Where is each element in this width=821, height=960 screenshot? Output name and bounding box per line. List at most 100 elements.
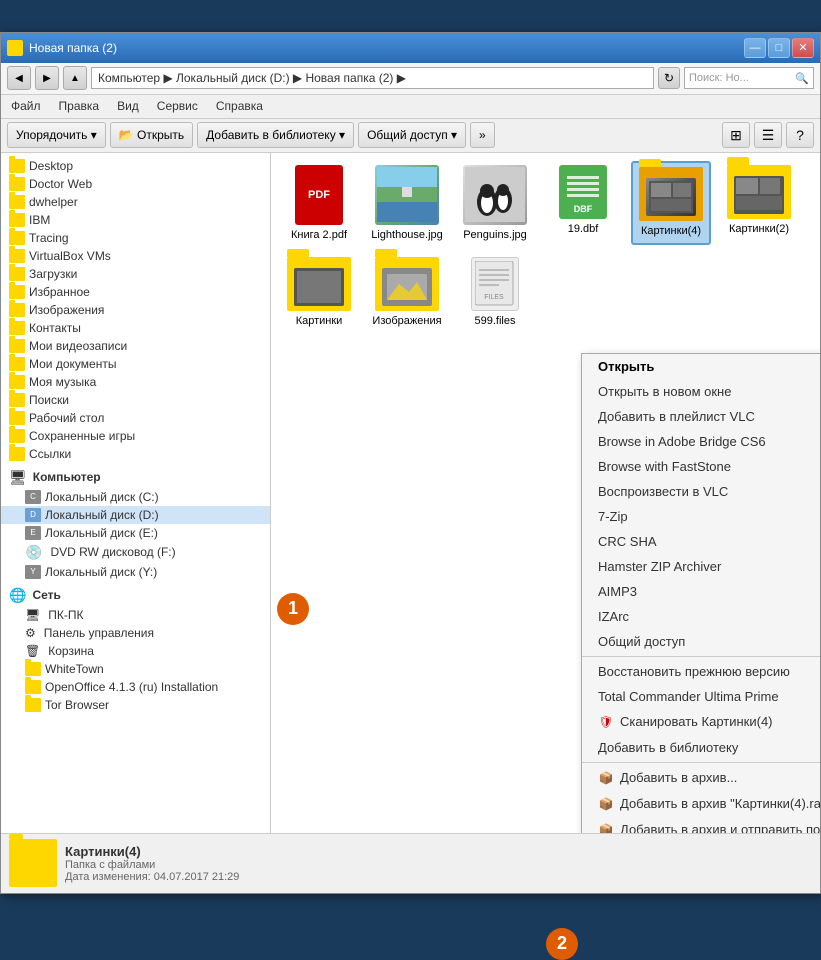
sidebar-item-pcpc[interactable]: 🖥 ПК-ПК [1,606,270,624]
sidebar-label-pcpc: ПК-ПК [48,608,83,622]
sidebar-item-torbrowser[interactable]: Tor Browser [1,696,270,714]
ctx-browse-faststone[interactable]: Browse with FastStone [582,454,820,479]
refresh-button[interactable]: ↻ [658,67,680,89]
sidebar-item-drive-c[interactable]: C Локальный диск (C:) [1,488,270,506]
sidebar-item-links[interactable]: Ссылки [1,445,270,463]
ctx-aimp3[interactable]: AIMP3 ▶ [582,579,820,604]
sidebar-label-doctorweb: Doctor Web [29,177,92,191]
sidebar-item-music[interactable]: Моя музыка [1,373,270,391]
sidebar-item-videos[interactable]: Мои видеозаписи [1,337,270,355]
file-item-pdf[interactable]: Книга 2.pdf [279,161,359,245]
sidebar-item-trash[interactable]: 🗑 Корзина [1,642,270,660]
sidebar-label-desktop2: Рабочий стол [29,411,104,425]
sidebar-item-drive-d[interactable]: D Локальный диск (D:) [1,506,270,524]
organize-button[interactable]: Упорядочить ▾ [7,122,106,148]
file-label-kartinki4: Картинки(4) [641,225,701,237]
sidebar-item-tracing[interactable]: Tracing [1,229,270,247]
sidebar-item-virtualbox[interactable]: VirtualBox VMs [1,247,270,265]
up-button[interactable]: ▲ [63,66,87,90]
sidebar-item-desktop[interactable]: Desktop [1,157,270,175]
search-box[interactable]: Поиск: Но... 🔍 [684,67,814,89]
ctx-open-new-window[interactable]: Открыть в новом окне [582,379,820,404]
ctx-browse-adobe[interactable]: Browse in Adobe Bridge CS6 [582,429,820,454]
sidebar-label-controlpanel: Панель управления [44,626,154,640]
sidebar-item-favorites[interactable]: Избранное [1,283,270,301]
open-button[interactable]: 📂 Открыть [110,122,193,148]
sidebar-label-trash: Корзина [48,644,94,658]
share-button[interactable]: Общий доступ ▾ [358,122,466,148]
penguin-thumbnail [463,165,527,225]
ctx-7zip[interactable]: 7-Zip ▶ [582,504,820,529]
sidebar-item-doctorweb[interactable]: Doctor Web [1,175,270,193]
ctx-open[interactable]: Открыть [582,354,820,379]
file-item-kartinki2[interactable]: Картинки(2) [719,161,799,245]
menu-help[interactable]: Справка [212,97,267,115]
back-button[interactable]: ◀ [7,66,31,90]
file-label-kartinki: Картинки [296,315,343,327]
sidebar-item-contacts[interactable]: Контакты [1,319,270,337]
sidebar-item-search[interactable]: Поиски [1,391,270,409]
folder-large-kartinki [287,257,351,311]
ctx-hamster[interactable]: Hamster ZIP Archiver ▶ [582,554,820,579]
file-item-dbf[interactable]: DBF 19.dbf [543,161,623,245]
sidebar-section-computer[interactable]: 🖥 Компьютер [1,467,270,488]
sidebar-label-drive-e: Локальный диск (E:) [45,526,158,540]
more-button[interactable]: » [470,122,495,148]
sidebar-item-drive-y[interactable]: Y Локальный диск (Y:) [1,563,270,581]
forward-button[interactable]: ▶ [35,66,59,90]
file-item-lighthouse[interactable]: Lighthouse.jpg [367,161,447,245]
ctx-total-commander[interactable]: Total Commander Ultima Prime [582,684,820,709]
folder-icon [9,159,25,173]
ctx-izarc[interactable]: IZArc ▶ [582,604,820,629]
sidebar-item-controlpanel[interactable]: ⚙ Панель управления [1,624,270,642]
ctx-share[interactable]: Общий доступ ▶ [582,629,820,654]
menu-service[interactable]: Сервис [153,97,202,115]
file-item-kartinki[interactable]: Картинки [279,253,359,331]
menu-file[interactable]: Файл [7,97,45,115]
sidebar-section-network[interactable]: 🌐 Сеть [1,585,270,606]
sidebar-item-savedgames[interactable]: Сохраненные игры [1,427,270,445]
ctx-add-archive[interactable]: 📦 Добавить в архив... [582,765,820,791]
ctx-add-vlc-playlist[interactable]: Добавить в плейлист VLC [582,404,820,429]
search-placeholder: Поиск: Но... [689,72,749,84]
main-area: 1 2 Desktop Doctor Web dwhelper IBM [1,153,820,833]
sidebar-item-dvd-f[interactable]: 💿 DVD RW дисковод (F:) [1,542,270,563]
minimize-button[interactable]: — [744,38,766,58]
pdf-icon [295,165,343,225]
sidebar-item-downloads[interactable]: Загрузки [1,265,270,283]
folder-icon [9,249,25,263]
address-path[interactable]: Компьютер ▶ Локальный диск (D:) ▶ Новая … [91,67,654,89]
ctx-restore-version[interactable]: Восстановить прежнюю версию [582,659,820,684]
ctx-scan[interactable]: 🛡 Сканировать Картинки(4) [582,709,820,735]
ctx-play-vlc[interactable]: Воспроизвести в VLC [582,479,820,504]
sidebar-item-docs[interactable]: Мои документы [1,355,270,373]
add-library-button[interactable]: Добавить в библиотеку ▾ [197,122,354,148]
sidebar-item-ibm[interactable]: IBM [1,211,270,229]
close-button[interactable]: ✕ [792,38,814,58]
view-grid-button[interactable]: ⊞ [722,122,750,148]
ctx-add-archive-email[interactable]: 📦 Добавить в архив и отправить по e-mail… [582,817,820,833]
folder-icon [9,447,25,461]
menu-edit[interactable]: Правка [55,97,104,115]
sidebar-item-images[interactable]: Изображения [1,301,270,319]
sidebar-item-openoffice[interactable]: OpenOffice 4.1.3 (ru) Installation [1,678,270,696]
ctx-crcsha[interactable]: CRC SHA ▶ [582,529,820,554]
ctx-add-archive-rar[interactable]: 📦 Добавить в архив "Картинки(4).rar" [582,791,820,817]
sidebar-item-whitetown[interactable]: WhiteTown [1,660,270,678]
sidebar-item-dwhelper[interactable]: dwhelper [1,193,270,211]
view-list-button[interactable]: ☰ [754,122,782,148]
status-bar: Картинки(4) Папка с файлами Дата изменен… [1,833,820,893]
sidebar-item-drive-e[interactable]: E Локальный диск (E:) [1,524,270,542]
file-item-penguins[interactable]: Penguins.jpg [455,161,535,245]
folder-icon [9,177,25,191]
ctx-add-library[interactable]: Добавить в библиотеку ▶ [582,735,820,760]
content-area: Книга 2.pdf [271,153,820,833]
sidebar-item-desktop2[interactable]: Рабочий стол [1,409,270,427]
file-item-izobrajeniya[interactable]: Изображения [367,253,447,331]
file-item-kartinki4[interactable]: Картинки(4) [631,161,711,245]
maximize-button[interactable]: □ [768,38,790,58]
help-button[interactable]: ? [786,122,814,148]
menu-view[interactable]: Вид [113,97,143,115]
file-label-599: 599.files [475,315,516,327]
file-item-599[interactable]: FILES 599.files [455,253,535,331]
